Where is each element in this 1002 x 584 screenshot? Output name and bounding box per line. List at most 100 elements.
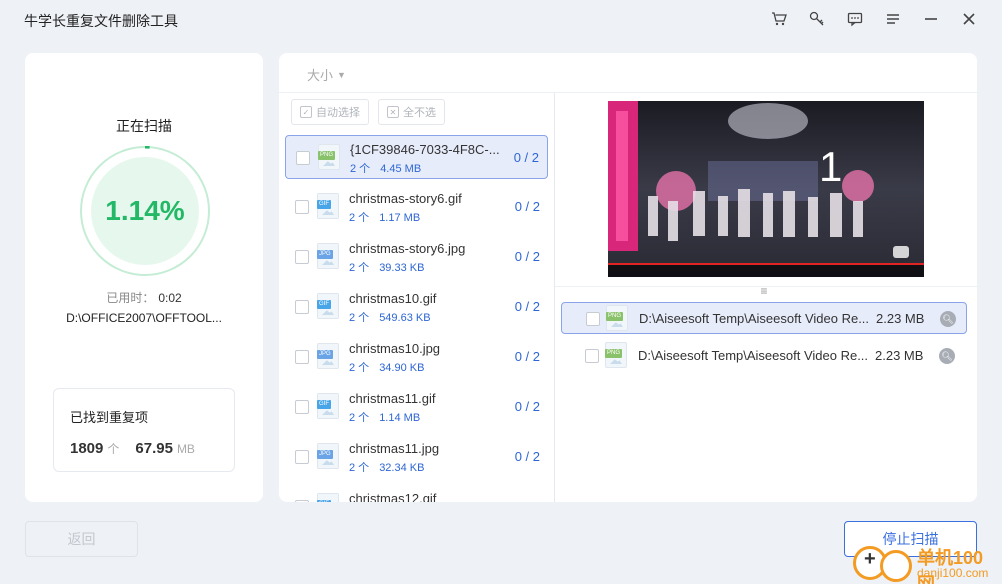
png-file-icon: PNG — [605, 342, 627, 368]
file-copy-count: 2 个 — [349, 212, 370, 224]
gif-file-icon: GIF — [317, 393, 339, 419]
preview-image — [608, 101, 924, 277]
cart-icon[interactable] — [760, 8, 798, 30]
file-size: 34.90 KB — [379, 362, 425, 374]
magnifier-icon[interactable]: 🔍︎ — [940, 311, 956, 327]
row-checkbox[interactable] — [295, 500, 309, 502]
preview-overlay-number: 1 — [819, 143, 843, 190]
elapsed-label: 已用时： — [106, 291, 155, 305]
file-size: 32.34 KB — [379, 462, 425, 474]
sort-dropdown[interactable]: 大小 ▼ — [307, 65, 346, 84]
file-type-tag: PNG — [318, 151, 336, 160]
found-duplicates-box: 已找到重复项 1809 个 67.95 MB — [53, 388, 235, 472]
magnifier-icon[interactable]: 🔍︎ — [939, 348, 955, 364]
file-type-tag: GIF — [317, 500, 331, 502]
select-none-button[interactable]: ✕ 全不选 — [378, 99, 445, 125]
selected-ratio: 0 / 2 — [513, 150, 539, 165]
selected-ratio: 0 / 2 — [514, 449, 540, 464]
close-icon[interactable] — [950, 8, 988, 30]
row-checkbox[interactable] — [586, 312, 600, 326]
file-size: 1.14 MB — [379, 412, 421, 424]
auto-select-icon: ✓ — [300, 106, 312, 118]
scan-status-label: 正在扫描 — [116, 118, 172, 134]
file-type-tag: JPG — [317, 450, 333, 459]
column-divider — [554, 93, 555, 502]
duplicate-group-row[interactable]: GIF christmas-story6.gif 2 个 1.17 MB 0 / 2 — [285, 185, 548, 229]
png-file-icon: PNG — [606, 305, 628, 331]
duplicate-group-row[interactable]: JPG christmas-story6.jpg 2 个 39.33 KB 0 / 2 — [285, 235, 548, 279]
file-name: {1CF39846-7033-4F8C-... — [350, 142, 500, 157]
resize-handle[interactable]: ≡ — [757, 285, 771, 297]
file-name: christmas-story6.jpg — [349, 241, 466, 256]
file-copy-count: 2 个 — [350, 163, 371, 175]
duplicate-group-list[interactable]: PNG {1CF39846-7033-4F8C-... 2 个 4.45 MB 0 / … — [279, 133, 554, 502]
gif-file-icon: GIF — [317, 493, 339, 502]
file-type-tag: GIF — [317, 200, 331, 209]
duplicate-group-row[interactable]: PNG {1CF39846-7033-4F8C-... 2 个 4.45 MB 0 / … — [285, 135, 548, 179]
row-checkbox[interactable] — [295, 450, 309, 464]
current-scan-path: D:\OFFICE2007\OFFTOOL... — [66, 311, 222, 325]
found-stats: 1809 个 67.95 MB — [70, 440, 207, 457]
duplicate-group-row[interactable]: GIF christmas10.gif 2 个 549.63 KB 0 / 2 — [285, 285, 548, 329]
row-checkbox[interactable] — [295, 400, 309, 414]
file-size: 1.17 MB — [379, 212, 421, 224]
duplicate-group-row[interactable]: JPG christmas10.jpg 2 个 34.90 KB 0 / 2 — [285, 335, 548, 379]
selected-ratio: 0 / 2 — [514, 349, 540, 364]
back-button[interactable]: 返回 — [25, 521, 138, 557]
row-checkbox[interactable] — [295, 200, 309, 214]
title-bar-controls — [760, 8, 988, 30]
key-icon[interactable] — [798, 8, 836, 30]
file-name: christmas11.gif — [349, 391, 436, 406]
file-copy-count: 2 个 — [349, 262, 370, 274]
file-meta: 2 个 1.14 MB — [349, 409, 420, 425]
duplicate-group-row[interactable]: GIF christmas12.gif — [285, 485, 548, 502]
file-meta: 2 个 4.45 MB — [350, 160, 421, 176]
duplicate-group-row[interactable]: JPG christmas11.jpg 2 个 32.34 KB 0 / 2 — [285, 435, 548, 479]
feedback-icon[interactable] — [836, 8, 874, 30]
file-meta: 2 个 1.17 MB — [349, 209, 420, 225]
file-path: D:\Aiseesoft Temp\Aiseesoft Video Re... — [638, 348, 869, 363]
found-size: 67.95 — [135, 440, 173, 457]
found-title: 已找到重复项 — [70, 410, 149, 425]
progress-arc — [80, 146, 210, 276]
row-checkbox[interactable] — [296, 151, 310, 165]
file-size: 39.33 KB — [379, 262, 425, 274]
duplicate-group-row[interactable]: GIF christmas11.gif 2 个 1.14 MB 0 / 2 — [285, 385, 548, 429]
header-divider — [279, 92, 977, 93]
row-checkbox[interactable] — [585, 349, 599, 363]
file-copy-count: 2 个 — [349, 412, 370, 424]
gif-file-icon: GIF — [317, 193, 339, 219]
row-checkbox[interactable] — [295, 250, 309, 264]
menu-icon[interactable] — [874, 8, 912, 30]
duplicate-file-row[interactable]: PNG D:\Aiseesoft Temp\Aiseesoft Video Re.… — [561, 340, 967, 372]
auto-select-button[interactable]: ✓ 自动选择 — [291, 99, 369, 125]
file-size: 2.23 MB — [875, 348, 924, 363]
elapsed-time: 已用时： 0:02 — [25, 289, 263, 306]
row-checkbox[interactable] — [295, 350, 309, 364]
duplicate-file-row[interactable]: PNG D:\Aiseesoft Temp\Aiseesoft Video Re.… — [561, 302, 967, 334]
found-count-unit: 个 — [107, 442, 120, 456]
select-none-label: 全不选 — [403, 107, 436, 119]
file-copy-count: 2 个 — [349, 462, 370, 474]
jpg-file-icon: JPG — [317, 343, 339, 369]
found-size-unit: MB — [176, 442, 195, 456]
elapsed-value: 0:02 — [158, 291, 182, 305]
png-file-icon: PNG — [318, 144, 340, 170]
minimize-icon[interactable] — [912, 8, 950, 30]
file-copy-count: 2 个 — [349, 362, 370, 374]
gif-file-icon: GIF — [317, 293, 339, 319]
file-meta: 2 个 39.33 KB — [349, 259, 424, 275]
scan-status-panel: 正在扫描 1.14% 已用时： 0:02 D:\OFFICE2007\OFFTOO… — [25, 53, 263, 502]
file-type-tag: JPG — [317, 350, 333, 359]
jpg-file-icon: JPG — [317, 443, 339, 469]
auto-select-label: 自动选择 — [316, 107, 360, 119]
file-name: christmas11.jpg — [349, 441, 440, 456]
caret-down-icon: ▼ — [337, 69, 346, 80]
file-size: 549.63 KB — [379, 312, 431, 324]
file-name: christmas-story6.gif — [349, 191, 462, 206]
row-checkbox[interactable] — [295, 300, 309, 314]
file-type-tag: GIF — [317, 300, 331, 309]
watermark-url: danji100.com — [917, 566, 989, 580]
watermark: + 单机100网 danji100.com — [853, 544, 1001, 584]
file-type-tag: JPG — [317, 250, 333, 259]
